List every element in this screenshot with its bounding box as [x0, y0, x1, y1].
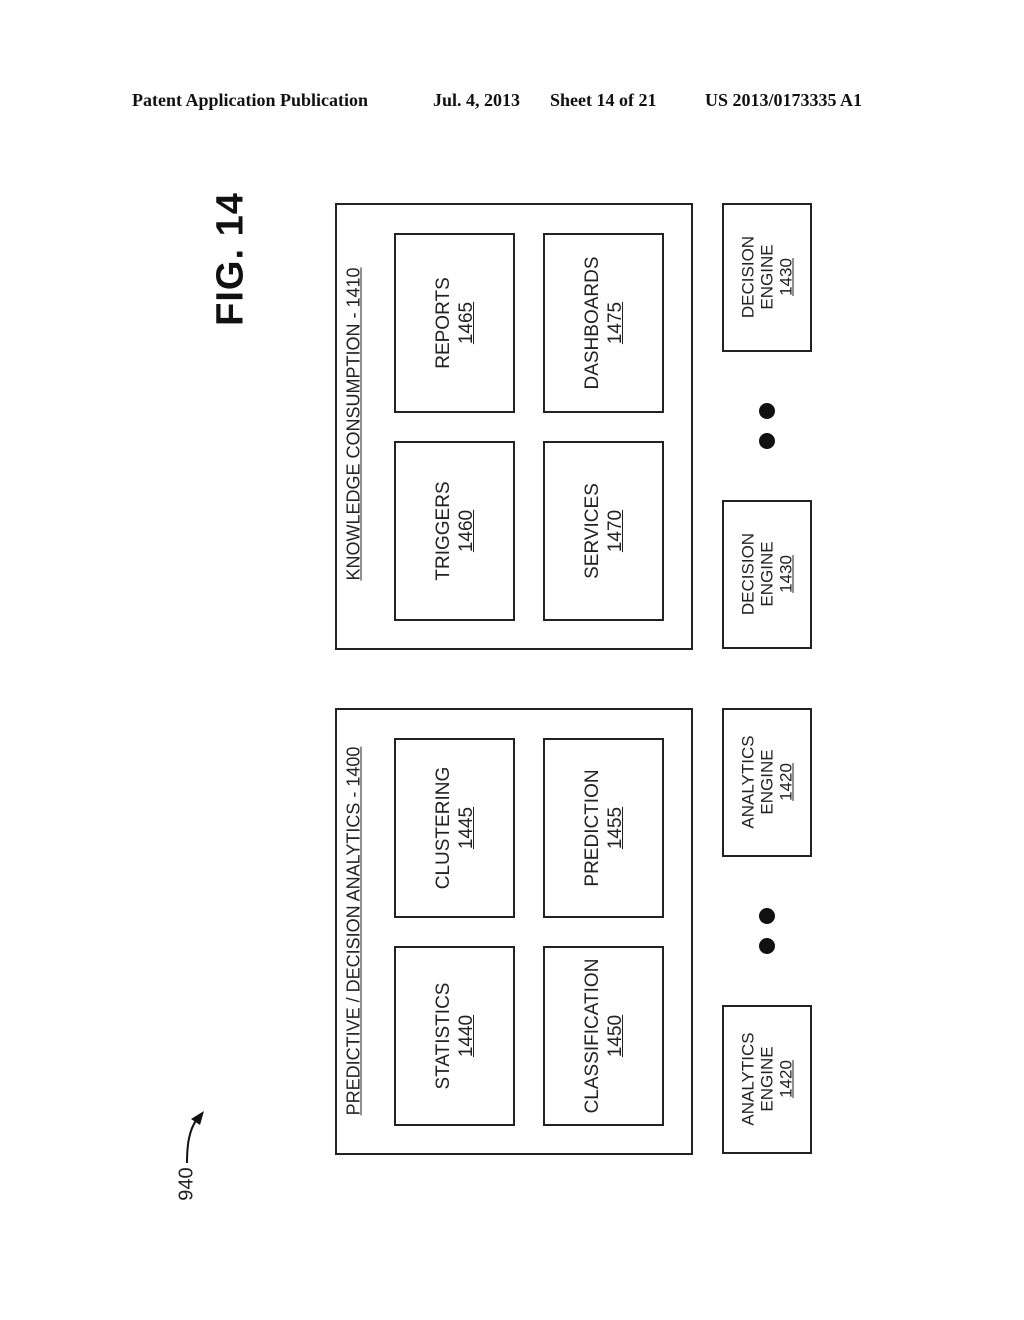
triggers-label: TRIGGERS 1460 — [432, 481, 478, 580]
header-date: Jul. 4, 2013 — [433, 90, 521, 110]
triggers-number: 1460 — [456, 509, 477, 553]
analytics-engine-number: 1420 — [776, 1060, 796, 1098]
dashboards-number: 1475 — [605, 301, 626, 345]
analytics-engine-line1: ANALYTICS — [738, 735, 758, 829]
decision-engine-label: DECISION ENGINE 1430 — [739, 236, 796, 318]
analytics-engine-number: 1420 — [776, 763, 796, 801]
header-sheet: Sheet 14 of 21 — [550, 90, 657, 110]
clustering-text: CLUSTERING — [433, 766, 454, 890]
analytics-engine-line2: ENGINE — [757, 1046, 777, 1112]
ellipsis-dot — [759, 403, 775, 419]
analytics-engine-line1: ANALYTICS — [738, 1032, 758, 1126]
classification-text: CLASSIFICATION — [582, 958, 603, 1114]
decision-engine-label: DECISION ENGINE 1430 — [739, 533, 796, 615]
reports-number: 1465 — [456, 301, 477, 345]
figure-label: FIG. 14 — [209, 192, 252, 326]
statistics-label: STATISTICS 1440 — [432, 983, 478, 1090]
services-text: SERVICES — [582, 483, 603, 579]
ellipsis-dot — [759, 433, 775, 449]
reports-text: REPORTS — [433, 277, 454, 369]
dashboards-text: DASHBOARDS — [582, 256, 603, 390]
analytics-engine-label: ANALYTICS ENGINE 1420 — [739, 735, 796, 828]
decision-engine-line2: ENGINE — [757, 541, 777, 607]
statistics-text: STATISTICS — [433, 982, 454, 1090]
prediction-number: 1455 — [605, 806, 626, 850]
classification-label: CLASSIFICATION 1450 — [581, 959, 627, 1114]
knowledge-consumption-title: KNOWLEDGE CONSUMPTION - 1410 — [343, 267, 364, 581]
prediction-text: PREDICTION — [582, 769, 603, 887]
ellipsis-dot — [759, 908, 775, 924]
ellipsis-dot — [759, 938, 775, 954]
prediction-label: PREDICTION 1455 — [581, 769, 627, 886]
predictive-analytics-title: PREDICTIVE / DECISION ANALYTICS - 1400 — [343, 746, 364, 1116]
classification-number: 1450 — [605, 1014, 626, 1058]
services-label: SERVICES 1470 — [581, 483, 627, 579]
statistics-number: 1440 — [456, 1014, 477, 1058]
dashboards-label: DASHBOARDS 1475 — [581, 256, 627, 389]
analytics-engine-label: ANALYTICS ENGINE 1420 — [739, 1032, 796, 1125]
decision-engine-line2: ENGINE — [757, 244, 777, 310]
reference-arrow-icon — [186, 1111, 204, 1164]
decision-engine-line1: DECISION — [738, 532, 758, 616]
figure-reference: 940 — [175, 1167, 198, 1201]
clustering-number: 1445 — [456, 806, 477, 850]
services-number: 1470 — [605, 509, 626, 553]
decision-engine-number: 1430 — [776, 258, 796, 296]
decision-engine-line1: DECISION — [738, 235, 758, 319]
reports-label: REPORTS 1465 — [432, 277, 478, 369]
decision-engine-number: 1430 — [776, 555, 796, 593]
header-publication: Patent Application Publication — [132, 90, 369, 110]
header-number: US 2013/0173335 A1 — [705, 90, 863, 110]
clustering-label: CLUSTERING 1445 — [432, 767, 478, 889]
triggers-text: TRIGGERS — [433, 481, 454, 581]
analytics-engine-line2: ENGINE — [757, 749, 777, 815]
